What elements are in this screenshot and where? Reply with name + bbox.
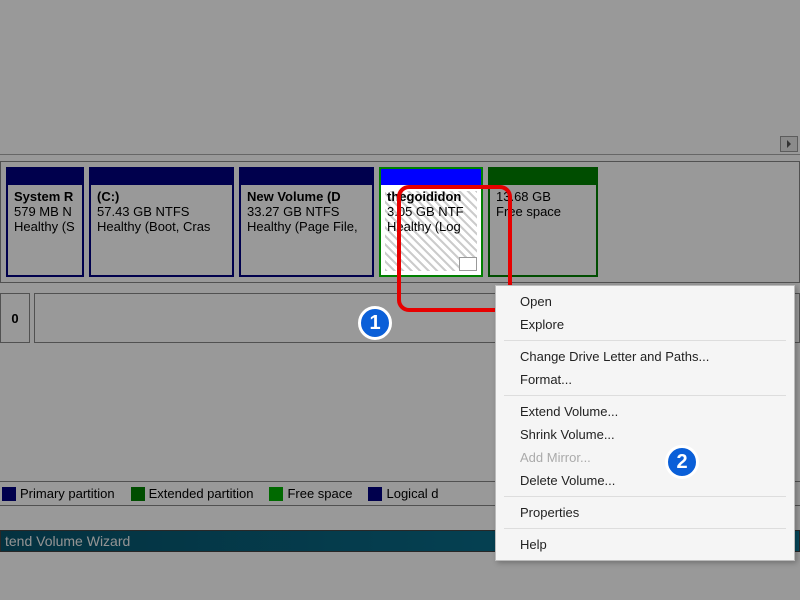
volume-size: 57.43 GB NTFS [97, 204, 226, 219]
volume-title: New Volume (D [247, 189, 366, 204]
disk-0-row: System R 579 MB N Healthy (S (C:) 57.43 … [0, 155, 800, 289]
legend-extended: Extended partition [131, 486, 254, 501]
volume-thegoidi-selected[interactable]: thegoididon 3.05 GB NTF Healthy (Log [379, 167, 483, 277]
disk-index-label: 0 [0, 293, 30, 343]
swatch-extended [131, 487, 145, 501]
menu-separator [504, 496, 786, 497]
volume-system-reserved[interactable]: System R 579 MB N Healthy (S [6, 167, 84, 277]
context-menu: Open Explore Change Drive Letter and Pat… [495, 285, 795, 561]
resize-handle[interactable] [459, 257, 477, 271]
legend-free: Free space [269, 486, 352, 501]
volume-size: 3.05 GB NTF [387, 204, 475, 219]
volume-status: Healthy (Log [387, 219, 475, 234]
volume-new-volume-d[interactable]: New Volume (D 33.27 GB NTFS Healthy (Pag… [239, 167, 374, 277]
callout-1-badge: 1 [358, 306, 392, 340]
volume-size: 33.27 GB NTFS [247, 204, 366, 219]
volume-title: thegoididon [387, 189, 475, 204]
callout-2-badge: 2 [665, 445, 699, 479]
menu-add-mirror: Add Mirror... [496, 446, 794, 469]
volume-status: Free space [496, 204, 590, 219]
volume-free-space[interactable]: 13.68 GB Free space [488, 167, 598, 277]
swatch-primary [2, 487, 16, 501]
volume-size: 579 MB N [14, 204, 76, 219]
menu-separator [504, 395, 786, 396]
volume-title: (C:) [97, 189, 226, 204]
legend-label: Logical d [386, 486, 438, 501]
legend-primary: Primary partition [2, 486, 115, 501]
menu-shrink-volume[interactable]: Shrink Volume... [496, 423, 794, 446]
volume-title: System R [14, 189, 76, 204]
legend-label: Primary partition [20, 486, 115, 501]
menu-help[interactable]: Help [496, 533, 794, 556]
menu-format[interactable]: Format... [496, 368, 794, 391]
menu-open[interactable]: Open [496, 290, 794, 313]
menu-explore[interactable]: Explore [496, 313, 794, 336]
menu-delete-volume[interactable]: Delete Volume... [496, 469, 794, 492]
swatch-free [269, 487, 283, 501]
legend-logical: Logical d [368, 486, 438, 501]
menu-change-drive-letter[interactable]: Change Drive Letter and Paths... [496, 345, 794, 368]
menu-extend-volume[interactable]: Extend Volume... [496, 400, 794, 423]
volume-size: 13.68 GB [496, 189, 590, 204]
volume-list-panel [0, 0, 800, 155]
legend-label: Free space [287, 486, 352, 501]
volume-status: Healthy (Boot, Cras [97, 219, 226, 234]
volume-c-drive[interactable]: (C:) 57.43 GB NTFS Healthy (Boot, Cras [89, 167, 234, 277]
volume-status: Healthy (S [14, 219, 76, 234]
legend-label: Extended partition [149, 486, 254, 501]
volume-status: Healthy (Page File, [247, 219, 366, 234]
menu-properties[interactable]: Properties [496, 501, 794, 524]
menu-separator [504, 340, 786, 341]
scroll-right-button[interactable] [780, 136, 798, 152]
menu-separator [504, 528, 786, 529]
swatch-logical [368, 487, 382, 501]
